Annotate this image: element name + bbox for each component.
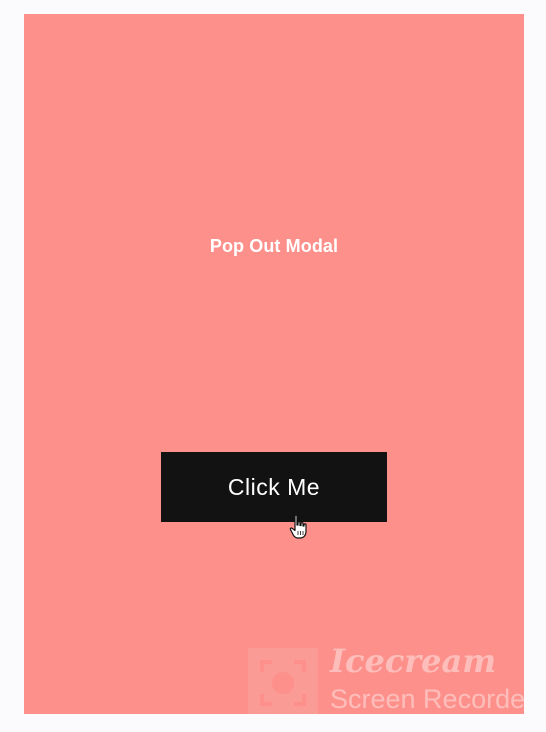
hand-pointer-icon <box>289 514 307 539</box>
modal-title: Pop Out Modal <box>209 236 339 256</box>
watermark-subtitle: Screen Recorder <box>330 684 524 714</box>
recorder-watermark: Icecream Screen Recorder <box>248 642 524 714</box>
demo-panel: Pop Out Modal Click Me Icecream Screen R… <box>24 14 524 714</box>
camera-target-icon <box>248 648 318 714</box>
click-me-button[interactable]: Click Me <box>161 452 387 522</box>
watermark-brand: Icecream <box>330 642 497 680</box>
